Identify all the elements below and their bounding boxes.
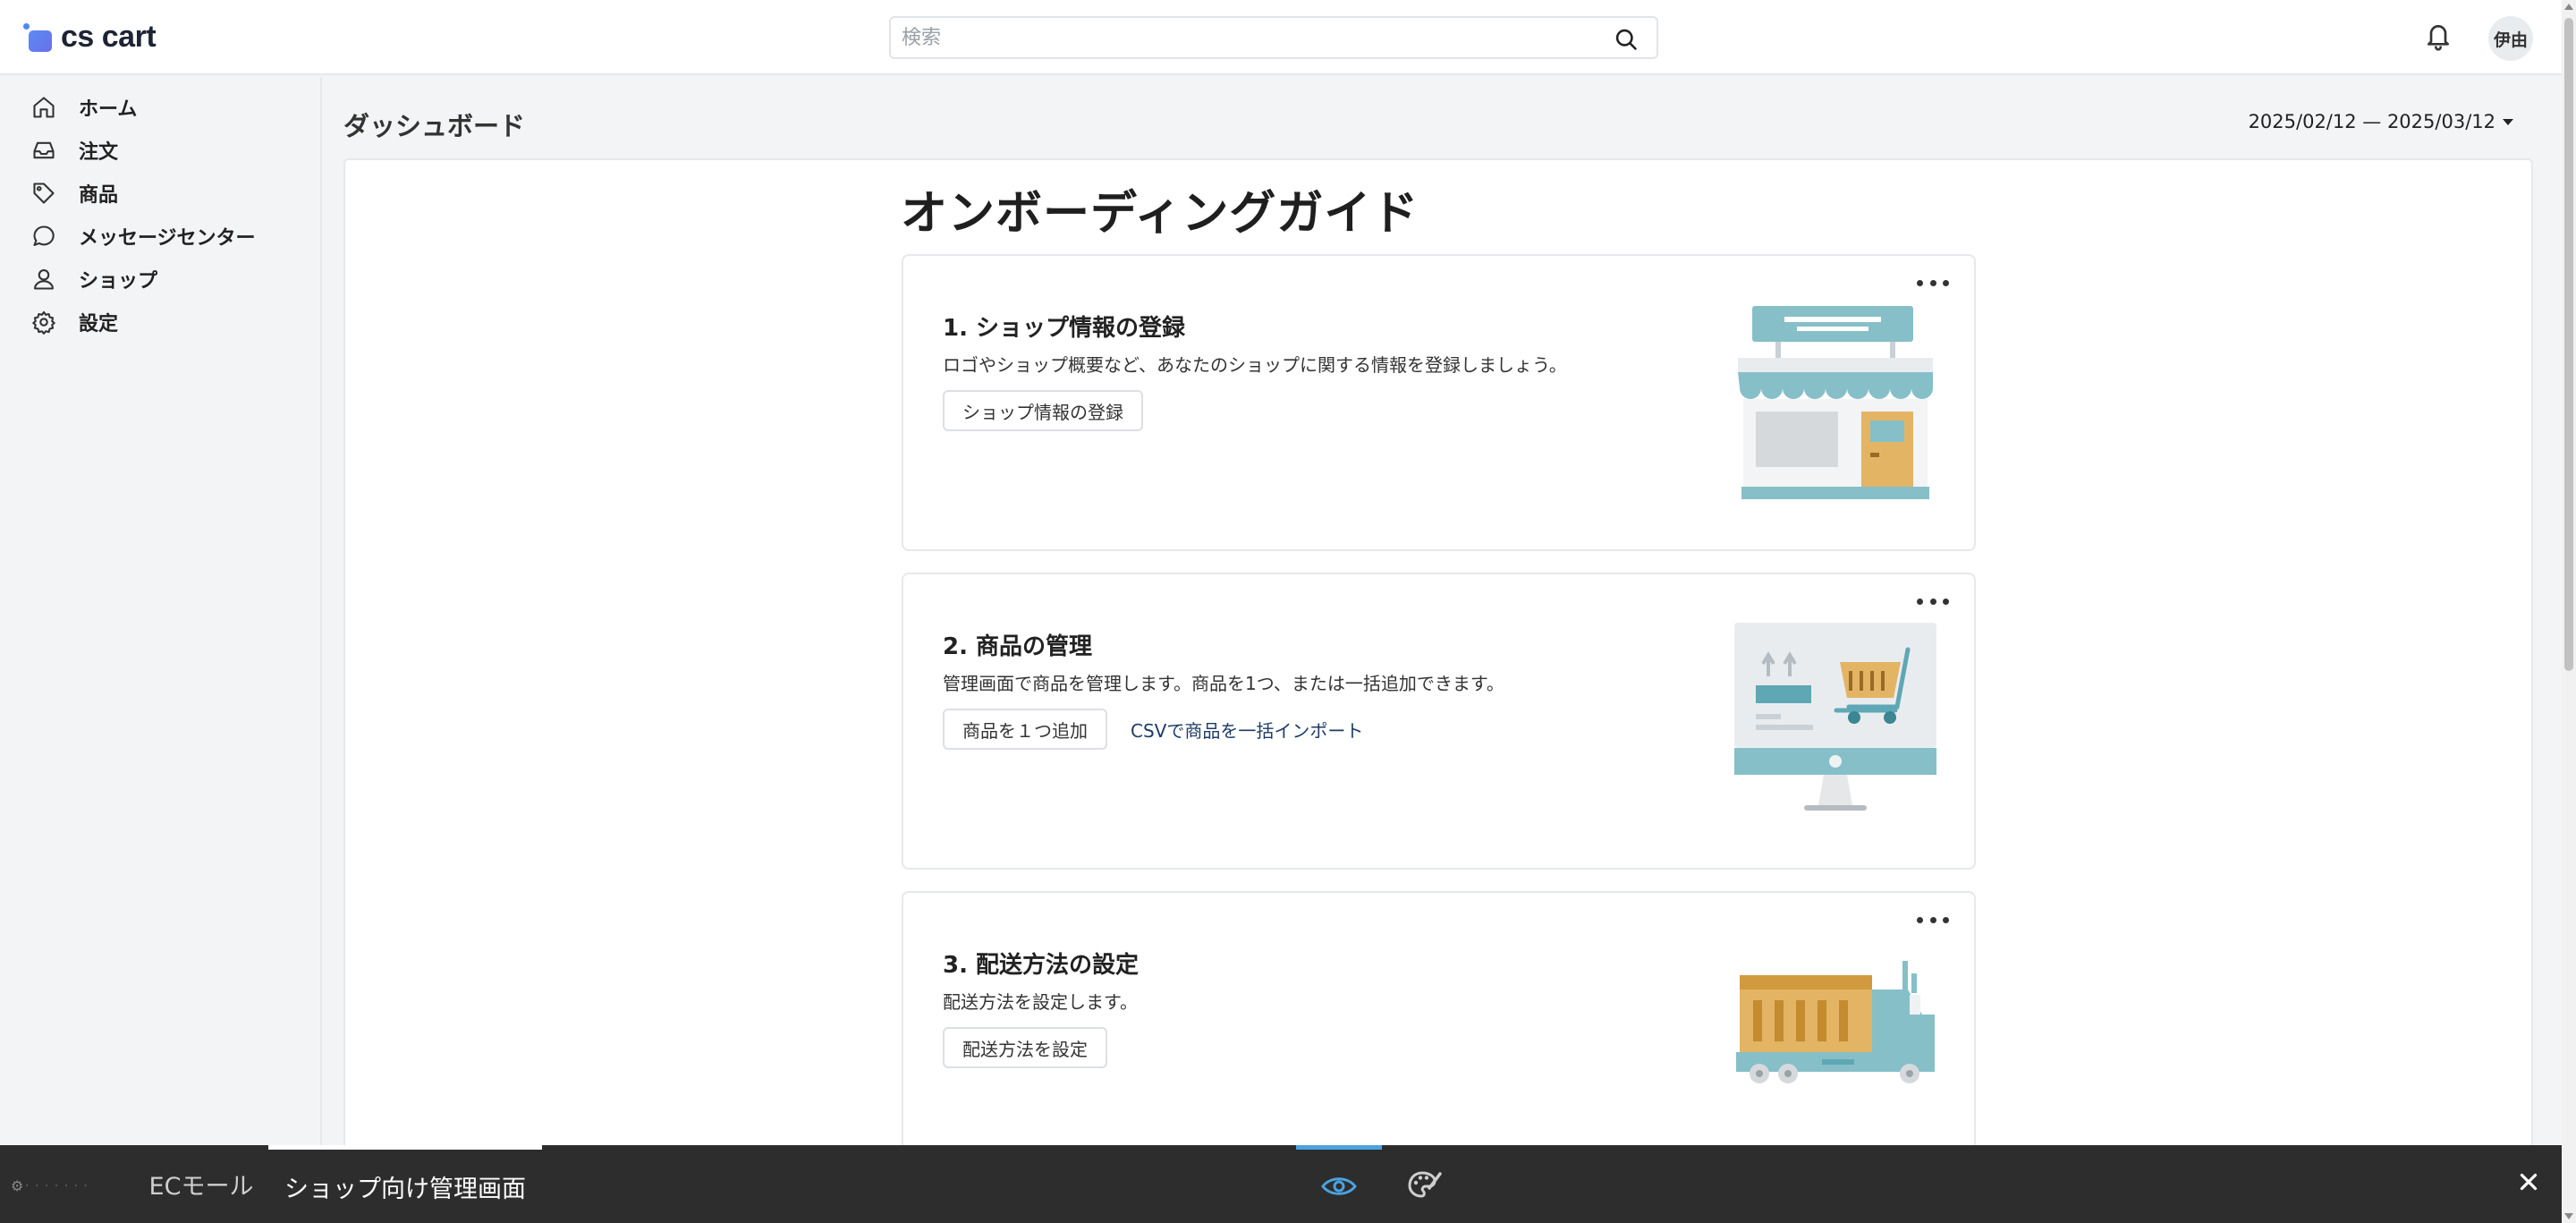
logo-text: cs cart <box>61 20 157 54</box>
onboarding-guide-title: オンボーディングガイド <box>901 187 1419 241</box>
user-icon <box>30 266 57 293</box>
add-one-product-button[interactable]: 商品を１つ追加 <box>943 709 1107 750</box>
tab-label: ECモール <box>148 1173 254 1201</box>
home-icon <box>30 94 57 121</box>
card-description: 管理画面で商品を管理します。商品を1つ、または一括追加できます。 <box>943 673 1504 694</box>
search-icon[interactable] <box>1614 27 1639 52</box>
sidebar-item-home[interactable]: ホーム <box>0 86 320 129</box>
sidebar-item-label: 設定 <box>79 313 119 335</box>
scroll-up-arrow-icon[interactable] <box>2564 4 2573 10</box>
palette-brush-icon <box>1408 1170 1442 1198</box>
sidebar-item-label: ホーム <box>79 98 138 121</box>
sidebar-item-label: 商品 <box>79 184 119 207</box>
sidebar-item-orders[interactable]: 注文 <box>0 129 320 172</box>
sidebar-item-settings[interactable]: 設定 <box>0 301 320 344</box>
page-title: ダッシュボード <box>343 111 526 141</box>
card-description: 配送方法を設定します。 <box>943 991 1138 1013</box>
bell-icon[interactable] <box>2424 20 2453 52</box>
register-shop-info-button[interactable]: ショップ情報の登録 <box>943 390 1143 431</box>
card-title: 3. 配送方法の設定 <box>943 952 1140 979</box>
close-icon[interactable] <box>2515 1168 2542 1195</box>
monitor-cart-illustration-icon <box>1734 623 1936 811</box>
settings-small-icon[interactable]: ⚙ <box>11 1177 23 1194</box>
delivery-truck-illustration-icon <box>1736 961 1935 1083</box>
csv-import-link[interactable]: CSVで商品を一括インポート <box>1131 717 1363 743</box>
date-range-picker[interactable]: 2025/02/12 — 2025/03/12 <box>2249 111 2513 132</box>
sidebar: ホーム 注文 商品 メッセージセンター ショップ 設定 <box>0 77 322 1145</box>
user-avatar[interactable]: 伊由 <box>2488 16 2533 61</box>
faded-brand-mark: · · · · · · · <box>25 1179 89 1193</box>
search-box <box>889 16 1658 59</box>
scrollbar-thumb[interactable] <box>2564 18 2573 671</box>
onboarding-card-products: 2. 商品の管理 管理画面で商品を管理します。商品を1つ、または一括追加できます… <box>902 573 1976 870</box>
onboarding-card-shop-info: 1. ショップ情報の登録 ロゴやショップ概要など、あなたのショップに関する情報を… <box>902 254 1976 551</box>
sidebar-item-shop[interactable]: ショップ <box>0 258 320 301</box>
caret-down-icon <box>2503 118 2513 125</box>
bottom-demo-bar: ⚙ · · · · · · · ECモール ショップ向け管理画面 <box>0 1145 2562 1223</box>
eye-icon <box>1321 1177 1357 1195</box>
card-title: 1. ショップ情報の登録 <box>943 315 1186 342</box>
sidebar-item-label: 注文 <box>79 141 119 164</box>
logo-mark-icon <box>23 21 55 54</box>
card-title: 2. 商品の管理 <box>943 633 1093 660</box>
chat-icon <box>30 223 57 250</box>
card-description: ロゴやショップ概要など、あなたのショップに関する情報を登録しましょう。 <box>943 354 1567 376</box>
more-options-icon[interactable] <box>1917 592 1949 610</box>
sidebar-item-products[interactable]: 商品 <box>0 172 320 215</box>
onboarding-card-shipping: 3. 配送方法の設定 配送方法を設定します。 配送方法を設定 <box>902 891 1976 1188</box>
tab-label: ショップ向け管理画面 <box>284 1175 526 1203</box>
tab-theme-editor[interactable] <box>1382 1145 1468 1223</box>
scroll-down-arrow-icon[interactable] <box>2564 1213 2573 1219</box>
vertical-scrollbar[interactable] <box>2562 0 2576 1223</box>
tag-icon <box>30 180 57 207</box>
cs-cart-logo[interactable]: cs cart <box>23 20 157 55</box>
sidebar-item-label: ショップ <box>79 270 158 293</box>
storefront-illustration-icon <box>1738 306 1933 499</box>
sidebar-item-message-center[interactable]: メッセージセンター <box>0 215 320 258</box>
more-options-icon[interactable] <box>1917 274 1949 292</box>
more-options-icon[interactable] <box>1917 911 1949 929</box>
set-shipping-method-button[interactable]: 配送方法を設定 <box>943 1027 1107 1068</box>
tab-ec-mall[interactable]: ECモール <box>143 1145 259 1223</box>
tab-shop-admin[interactable]: ショップ向け管理画面 <box>268 1145 542 1223</box>
sidebar-item-label: メッセージセンター <box>79 227 256 250</box>
inbox-icon <box>30 137 57 164</box>
top-header: cs cart 伊由 <box>0 0 2562 75</box>
search-input[interactable] <box>902 23 1599 52</box>
date-range-label: 2025/02/12 — 2025/03/12 <box>2248 111 2496 132</box>
gear-icon <box>30 309 57 335</box>
tab-preview[interactable] <box>1296 1145 1382 1223</box>
